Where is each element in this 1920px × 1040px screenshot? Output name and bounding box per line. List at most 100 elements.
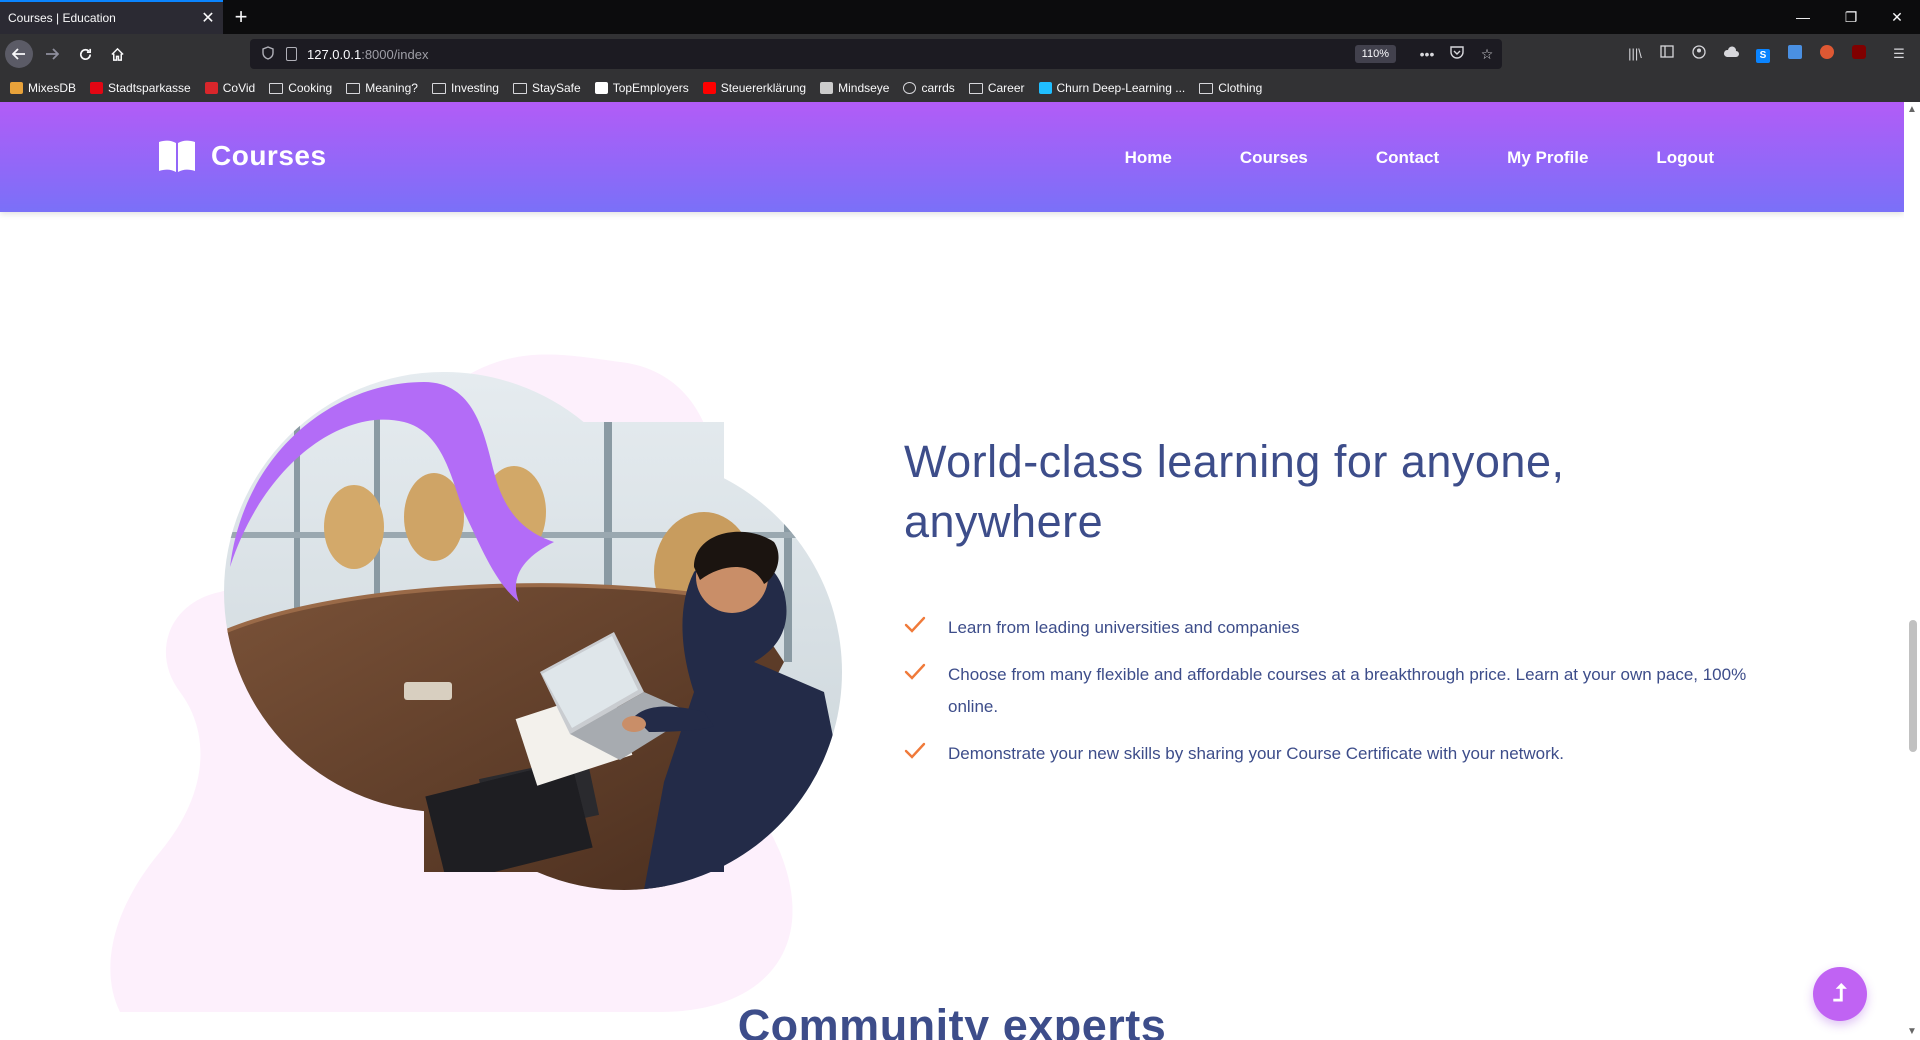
headline-line1: World-class learning for anyone, [904,436,1565,487]
nav-logout[interactable]: Logout [1656,148,1714,168]
kaggle-icon [1038,82,1052,94]
bookmark-label: Meaning? [365,81,418,95]
extension-ublock-icon[interactable] [1850,45,1868,63]
bookmarks-bar: MixesDB Stadtsparkasse CoVid Cooking Meaning… [0,74,1920,102]
zoom-level-button[interactable]: 110% [1354,45,1396,63]
minimize-button[interactable]: — [1780,0,1826,34]
sparkasse-icon [90,82,104,94]
bookmark-label: Steuererklärung [720,81,807,95]
close-window-button[interactable]: ✕ [1874,0,1920,34]
open-book-icon [159,140,195,172]
back-arrow-icon [12,48,25,60]
globe-icon [903,82,917,94]
bookmark-label: Churn Deep-Learning ... [1056,81,1186,95]
restore-button[interactable]: ❐ [1828,0,1874,34]
bookmark-star-icon[interactable]: ☆ [1472,46,1502,63]
extension-s-icon[interactable]: S [1754,45,1772,63]
logo-text: Courses [211,140,327,171]
bookmark-item[interactable]: carrds [903,81,955,95]
page-info-icon[interactable] [286,47,297,61]
reload-icon [79,48,91,60]
bookmark-label: CoVid [222,81,256,95]
url-bar[interactable]: 127.0.0.1 :8000/index 110% ••• ☆ [250,39,1502,69]
bookmark-item[interactable]: TopEmployers [594,81,689,95]
nav-my-profile[interactable]: My Profile [1507,148,1588,168]
bookmark-item[interactable]: Meaning? [346,81,418,95]
bookmark-item[interactable]: Career [968,81,1025,95]
new-tab-button[interactable]: + [228,0,254,34]
more-actions-icon[interactable]: ••• [1412,46,1442,62]
mindseye-icon [820,82,834,94]
feature-item: Demonstrate your new skills by sharing y… [904,738,1764,770]
folder-icon [269,82,284,94]
back-button[interactable] [5,40,33,68]
sidebar-icon[interactable] [1658,45,1676,63]
hamburger-menu-icon[interactable]: ☰ [1890,45,1908,63]
nav-courses[interactable]: Courses [1240,148,1308,168]
bookmark-label: Career [987,81,1025,95]
reload-button[interactable] [71,40,99,68]
home-button[interactable] [103,40,131,68]
main-nav: Home Courses Contact My Profile Logout [1125,148,1714,168]
bookmark-label: StaySafe [531,81,581,95]
feature-list: Learn from leading universities and comp… [904,612,1764,785]
feature-text: Learn from leading universities and comp… [948,618,1300,637]
bookmark-item[interactable]: CoVid [204,81,256,95]
folder-icon [346,82,361,94]
browser-tab[interactable]: Courses | Education ✕ [0,0,223,34]
site-header: Courses Home Courses Contact My Profile … [0,102,1904,212]
bookmark-item[interactable]: Steuererklärung [702,81,807,95]
bookmark-item[interactable]: Mindseye [820,81,889,95]
back-to-top-button[interactable]: ⮥ [1813,967,1867,1021]
library-icon[interactable]: |||\ [1626,45,1644,63]
bookmark-label: MixesDB [28,81,77,95]
url-host: 127.0.0.1 [307,46,362,62]
tab-close-icon[interactable]: ✕ [193,8,223,28]
medium-icon [594,82,608,94]
url-path: :8000/index [361,46,429,62]
bookmark-item[interactable]: Churn Deep-Learning ... [1038,81,1186,95]
nav-home[interactable]: Home [1125,148,1172,168]
bookmark-item[interactable]: Cooking [269,81,332,95]
pocket-icon[interactable] [1442,46,1472,62]
home-icon [110,47,124,61]
bookmark-item[interactable]: Clothing [1199,81,1262,95]
extension-duckduckgo-icon[interactable] [1818,45,1836,63]
bookmark-label: carrds [921,81,955,95]
covid-icon [204,82,218,94]
folder-icon [1199,82,1214,94]
forward-arrow-icon [46,48,59,60]
bookmark-label: TopEmployers [612,81,689,95]
bookmark-item[interactable]: MixesDB [10,81,76,95]
tracking-shield-icon[interactable] [254,45,282,63]
bookmark-label: Investing [450,81,499,95]
browser-toolbar: 127.0.0.1 :8000/index 110% ••• ☆ |||\ S … [0,34,1920,74]
scroll-down-icon[interactable]: ▼ [1904,1024,1920,1040]
bookmark-label: Cooking [288,81,333,95]
extension-translate-icon[interactable] [1786,45,1804,63]
feature-item: Choose from many flexible and affordable… [904,659,1764,723]
account-icon[interactable] [1690,45,1708,63]
mixesdb-icon [10,82,23,94]
bookmark-item[interactable]: Stadtsparkasse [90,81,191,95]
bookmark-item[interactable]: Investing [431,81,499,95]
folder-icon [968,82,983,94]
bookmark-label: Mindseye [838,81,890,95]
hero-photo [224,372,842,890]
forward-button[interactable] [38,40,66,68]
site-logo[interactable]: Courses [157,138,327,174]
scroll-up-icon[interactable]: ▲ [1904,102,1920,118]
hero-headline: World-class learning for anyone, anywher… [904,432,1664,552]
check-icon [904,616,926,633]
extension-cloud-icon[interactable] [1722,45,1740,63]
feature-text: Demonstrate your new skills by sharing y… [948,744,1565,763]
folder-icon [512,82,527,94]
bookmark-item[interactable]: StaySafe [512,81,581,95]
bookmark-label: Stadtsparkasse [108,81,191,95]
scrollbar-thumb[interactable] [1909,620,1917,752]
check-icon [904,742,926,759]
feature-text: Choose from many flexible and affordable… [948,665,1747,716]
nav-contact[interactable]: Contact [1376,148,1439,168]
folder-icon [431,82,446,94]
page-scrollbar[interactable]: ▲ ▼ [1904,102,1920,1040]
